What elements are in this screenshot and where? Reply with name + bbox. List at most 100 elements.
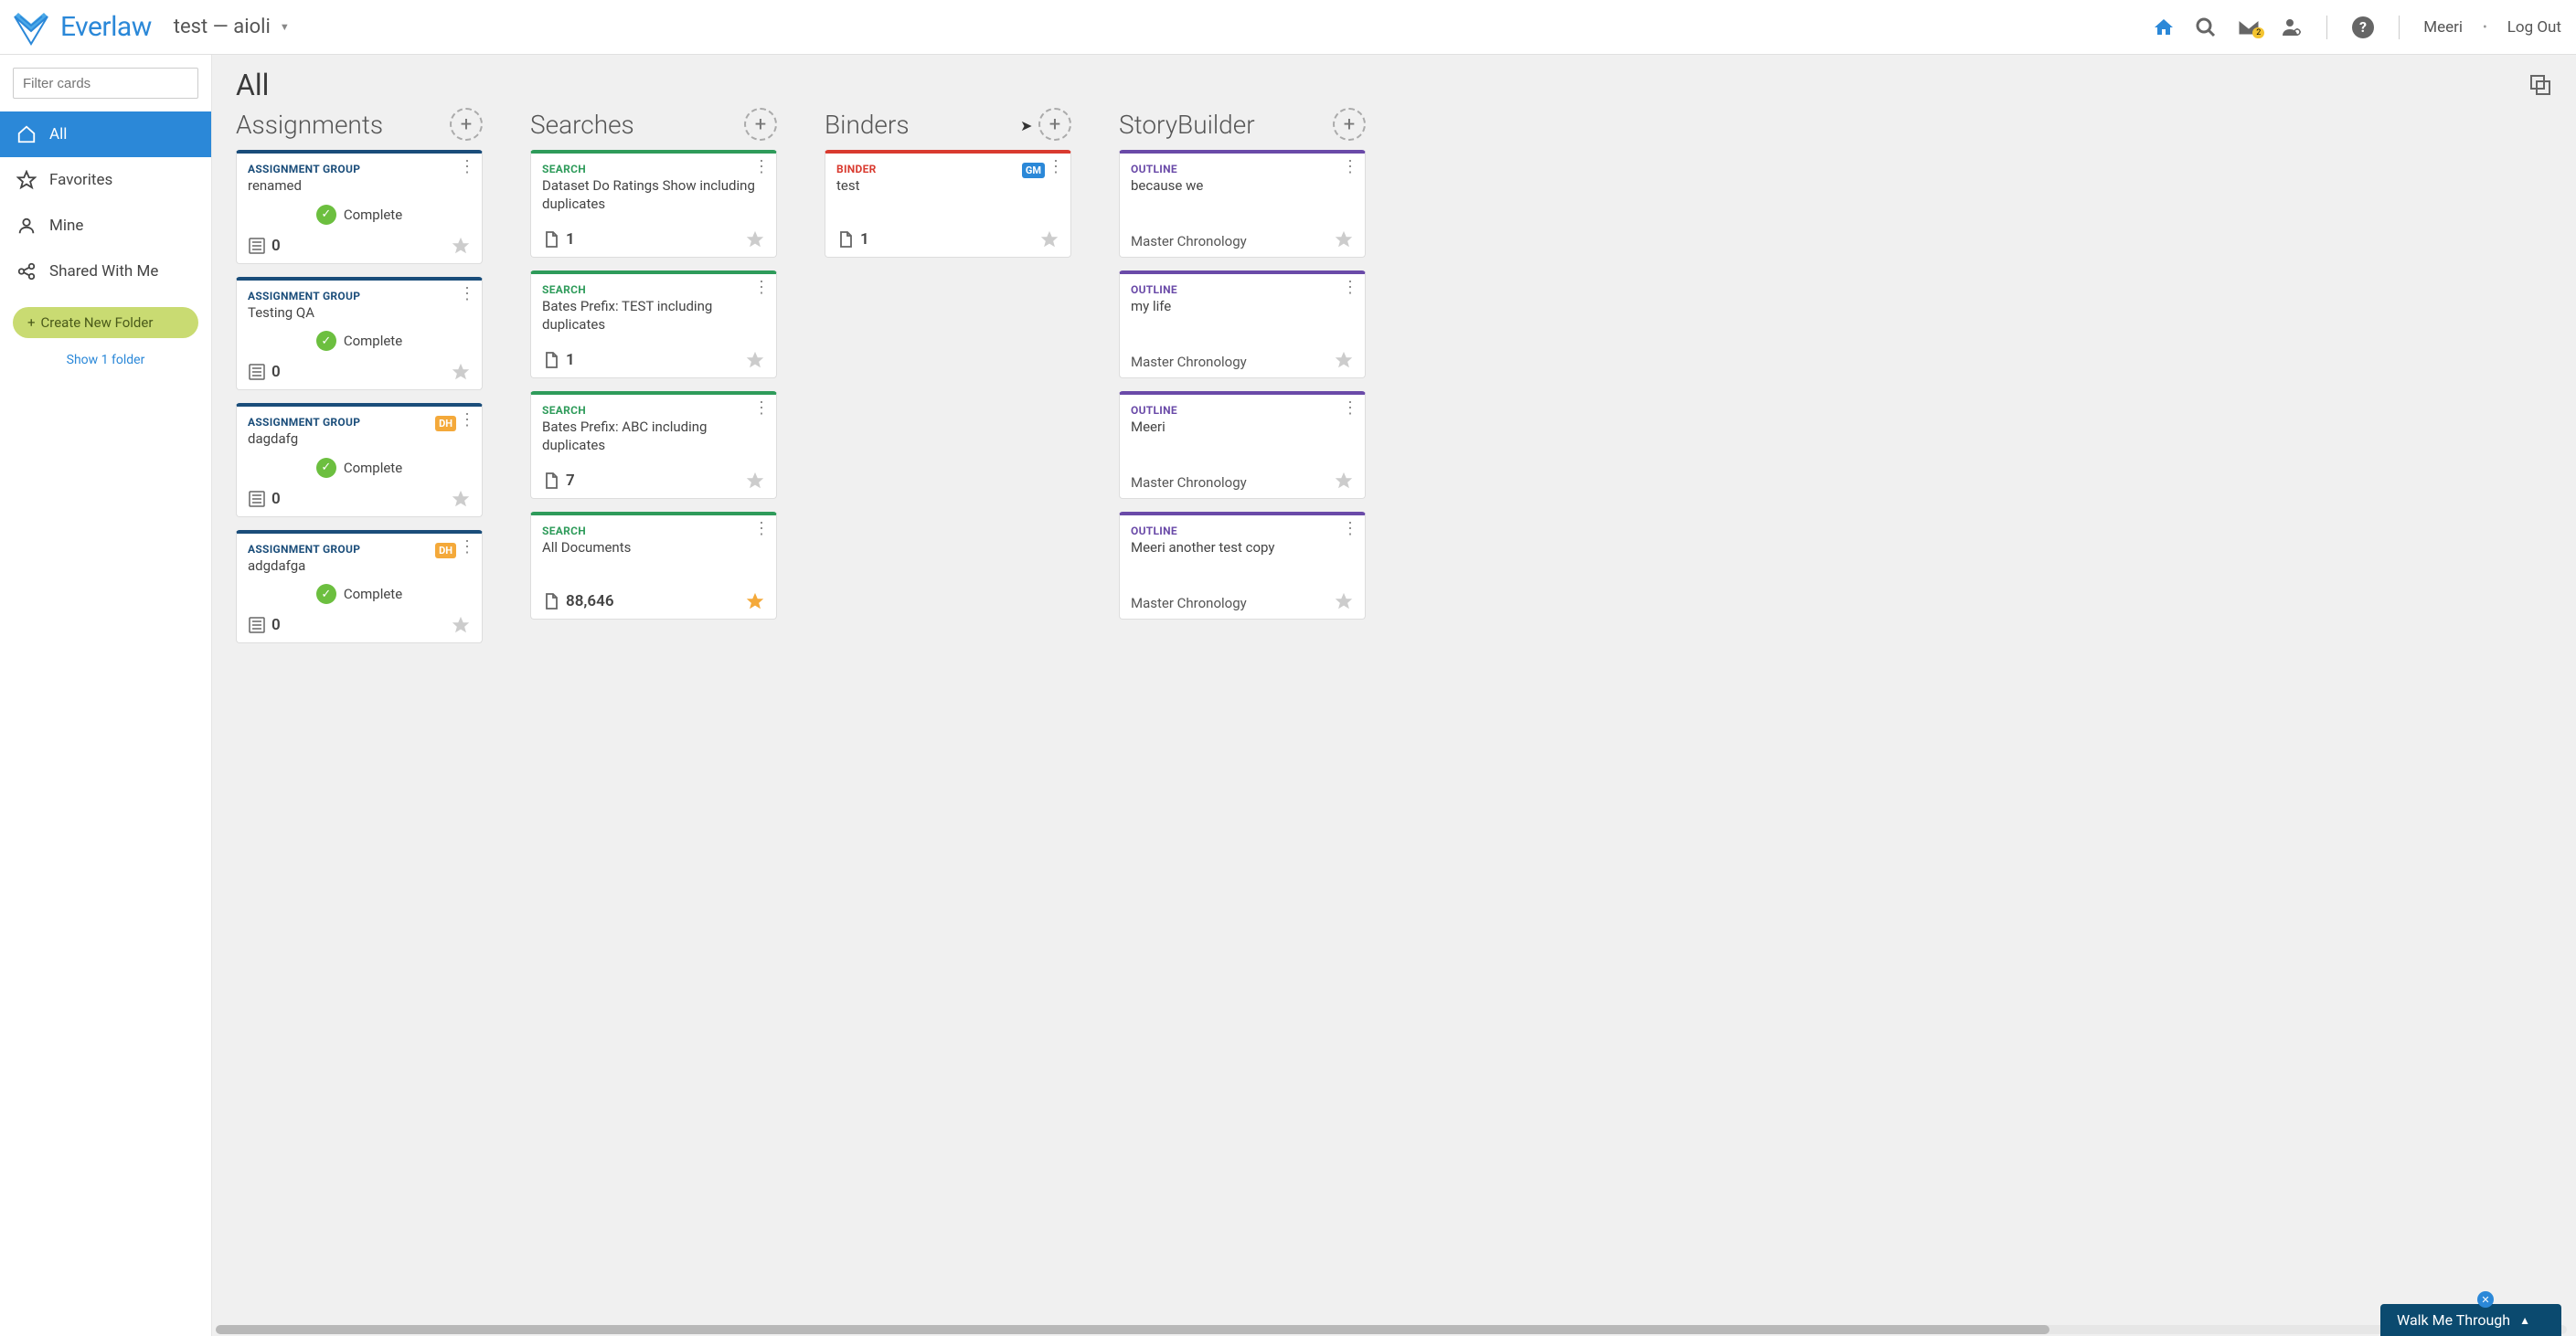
assignment-card[interactable]: ASSIGNMENT GROUP⋮renamed✓Complete0 xyxy=(236,150,483,264)
share-icon xyxy=(16,261,37,281)
filter-cards-input[interactable] xyxy=(13,68,198,99)
card-menu-icon[interactable]: ⋮ xyxy=(459,416,474,424)
document-icon xyxy=(542,230,560,249)
check-circle-icon: ✓ xyxy=(316,205,336,225)
search-card[interactable]: SEARCH⋮Bates Prefix: TEST including dupl… xyxy=(530,270,777,378)
card-menu-icon[interactable]: ⋮ xyxy=(753,404,769,412)
create-folder-button[interactable]: + Create New Folder xyxy=(13,307,198,338)
add-storybuilder-button[interactable]: + xyxy=(1333,108,1366,141)
favorite-star[interactable] xyxy=(451,236,471,256)
favorite-star[interactable] xyxy=(1039,229,1059,249)
home-outline-icon xyxy=(16,124,37,144)
logo[interactable]: Everlaw xyxy=(11,7,152,48)
favorite-star[interactable] xyxy=(745,471,765,491)
card-name: test xyxy=(836,177,1059,196)
assignment-card[interactable]: ASSIGNMENT GROUPDH⋮dagdafg✓Complete0 xyxy=(236,403,483,517)
card-count: 0 xyxy=(248,237,281,255)
sidebar-item-all[interactable]: All xyxy=(0,111,211,157)
card-menu-icon[interactable]: ⋮ xyxy=(753,163,769,171)
card-status: ✓Complete xyxy=(248,331,471,351)
outline-card[interactable]: OUTLINE⋮MeeriMaster Chronology xyxy=(1119,391,1366,499)
walkme-button[interactable]: Walk Me Through ▲ xyxy=(2380,1304,2561,1336)
search-card[interactable]: SEARCH⋮Bates Prefix: ABC including dupli… xyxy=(530,391,777,499)
check-circle-icon: ✓ xyxy=(316,584,336,604)
column-title: Searches xyxy=(530,110,634,140)
favorite-star[interactable] xyxy=(1334,229,1354,249)
plus-icon: + xyxy=(27,314,36,331)
search-card[interactable]: SEARCH⋮All Documents88,646 xyxy=(530,512,777,620)
outline-card[interactable]: OUTLINE⋮my lifeMaster Chronology xyxy=(1119,270,1366,378)
favorite-star[interactable] xyxy=(745,591,765,611)
favorite-star[interactable] xyxy=(1334,471,1354,491)
add-assignments-button[interactable]: + xyxy=(450,108,483,141)
card-subtitle: Master Chronology xyxy=(1131,233,1247,249)
card-count: 0 xyxy=(248,363,281,381)
card-menu-icon[interactable]: ⋮ xyxy=(459,163,474,171)
column-storybuilder: StoryBuilder+OUTLINE⋮because weMaster Ch… xyxy=(1119,108,1366,680)
card-menu-icon[interactable]: ⋮ xyxy=(1342,163,1357,171)
user-name[interactable]: Meeri xyxy=(2423,18,2463,37)
sidebar-item-mine[interactable]: Mine xyxy=(0,203,211,249)
sidebar-item-label: Favorites xyxy=(49,171,112,189)
document-icon xyxy=(836,230,855,249)
mail-icon[interactable]: 2 xyxy=(2237,18,2261,37)
card-type-label: OUTLINE xyxy=(1131,525,1354,537)
assignment-card[interactable]: ASSIGNMENT GROUPDH⋮adgdafga✓Complete0 xyxy=(236,530,483,644)
column-searches: Searches + SEARCH⋮Dataset Do Ratings Show … xyxy=(530,108,777,680)
favorite-star[interactable] xyxy=(1334,591,1354,611)
search-icon[interactable] xyxy=(2195,16,2217,38)
card-type-label: OUTLINE xyxy=(1131,163,1354,175)
card-name: Bates Prefix: TEST including duplicates xyxy=(542,298,765,334)
scrollbar-thumb[interactable] xyxy=(216,1325,2049,1334)
favorite-star[interactable] xyxy=(1334,350,1354,370)
user-settings-icon[interactable] xyxy=(2281,16,2303,38)
search-card[interactable]: SEARCH⋮Dataset Do Ratings Show including… xyxy=(530,150,777,258)
card-name: Testing QA xyxy=(248,304,471,323)
card-menu-icon[interactable]: ⋮ xyxy=(1342,525,1357,533)
create-folder-label: Create New Folder xyxy=(41,314,154,331)
card-menu-icon[interactable]: ⋮ xyxy=(753,525,769,533)
assignment-card[interactable]: ASSIGNMENT GROUP⋮Testing QA✓Complete0 xyxy=(236,277,483,391)
sidebar-item-favorites[interactable]: Favorites xyxy=(0,157,211,203)
card-count: 1 xyxy=(542,230,575,249)
bulk-actions-icon[interactable] xyxy=(2528,73,2552,97)
card-status: ✓Complete xyxy=(248,205,471,225)
binder-card[interactable]: BINDERGM⋮test1 xyxy=(825,150,1071,258)
card-name: Meeri another test copy xyxy=(1131,539,1354,557)
add-searches-button[interactable]: + xyxy=(744,108,777,141)
favorite-star[interactable] xyxy=(745,229,765,249)
show-folders-link[interactable]: Show 1 folder xyxy=(0,347,211,373)
outline-card[interactable]: OUTLINE⋮because weMaster Chronology xyxy=(1119,150,1366,258)
card-menu-icon[interactable]: ⋮ xyxy=(1342,283,1357,292)
card-menu-icon[interactable]: ⋮ xyxy=(1048,163,1063,171)
project-switcher[interactable]: test — aioli ▼ xyxy=(174,16,290,38)
favorite-star[interactable] xyxy=(451,362,471,382)
card-menu-icon[interactable]: ⋮ xyxy=(1342,404,1357,412)
help-icon[interactable]: ? xyxy=(2351,16,2375,39)
card-menu-icon[interactable]: ⋮ xyxy=(753,283,769,292)
favorite-star[interactable] xyxy=(451,489,471,509)
user-chip: DH xyxy=(435,543,456,558)
card-name: dagdafg xyxy=(248,430,471,449)
mail-badge: 2 xyxy=(2252,27,2264,38)
card-menu-icon[interactable]: ⋮ xyxy=(459,290,474,298)
logout-link[interactable]: Log Out xyxy=(2507,18,2561,37)
card-status: ✓Complete xyxy=(248,584,471,604)
home-icon[interactable] xyxy=(2153,16,2175,38)
divider xyxy=(2326,16,2327,39)
card-subtitle: Master Chronology xyxy=(1131,595,1247,611)
card-menu-icon[interactable]: ⋮ xyxy=(459,543,474,551)
list-icon xyxy=(248,490,266,508)
document-icon xyxy=(542,472,560,490)
add-binders-button[interactable]: + xyxy=(1038,108,1071,141)
favorite-star[interactable] xyxy=(451,615,471,635)
favorite-star[interactable] xyxy=(745,350,765,370)
sidebar-item-shared[interactable]: Shared With Me xyxy=(0,249,211,294)
horizontal-scrollbar[interactable] xyxy=(216,1325,2567,1334)
outline-card[interactable]: OUTLINE⋮ Meeri another test copy Master Ch… xyxy=(1119,512,1366,620)
logo-icon xyxy=(11,7,51,48)
separator: • xyxy=(2483,20,2487,35)
list-icon xyxy=(248,616,266,634)
walkme-close-button[interactable]: ✕ xyxy=(2477,1291,2494,1308)
card-count: 1 xyxy=(542,351,575,369)
